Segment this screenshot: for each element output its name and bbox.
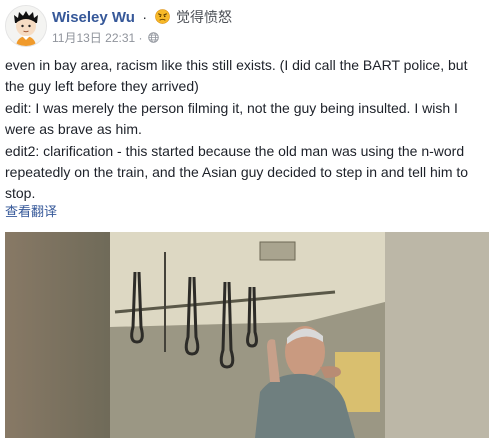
- avatar[interactable]: [5, 5, 47, 47]
- meta-separator: ·: [138, 31, 143, 45]
- post-body: even in bay area, racism like this still…: [5, 55, 489, 205]
- post-paragraph: edit: I was merely the person filming it…: [5, 99, 458, 138]
- see-translation-link[interactable]: 查看翻译: [5, 201, 57, 220]
- post-meta: 11月13日 22:31 ·: [52, 29, 159, 46]
- post-header: Wiseley Wu · 觉得愤怒 11月13日 22:31 ·: [0, 0, 495, 52]
- feeling-text: 觉得愤怒: [175, 9, 232, 25]
- avatar-illustration: [6, 6, 46, 46]
- timestamp[interactable]: 11月13日 22:31: [52, 31, 135, 45]
- video-player[interactable]: [5, 232, 489, 438]
- angry-face-icon: [154, 9, 170, 24]
- title-separator: ·: [142, 9, 148, 25]
- post-title-line: Wiseley Wu · 觉得愤怒: [52, 7, 232, 27]
- globe-icon[interactable]: [148, 32, 159, 43]
- post-paragraph: even in bay area, racism like this still…: [5, 57, 468, 95]
- author-name[interactable]: Wiseley Wu: [52, 9, 135, 26]
- video-overlay[interactable]: [5, 232, 489, 438]
- post-paragraph: edit2: clarification - this started beca…: [5, 142, 469, 202]
